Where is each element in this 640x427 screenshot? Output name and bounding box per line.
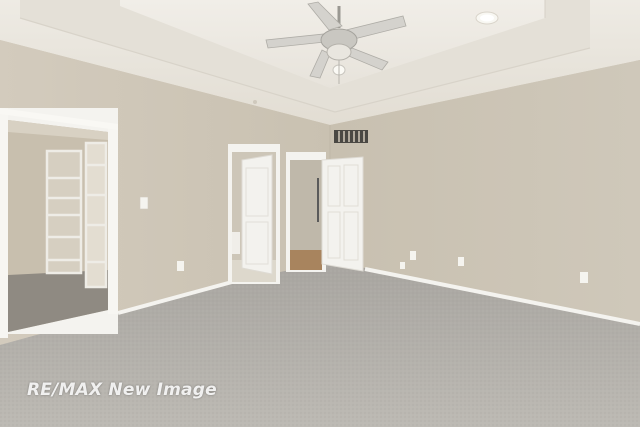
bathroom-doorway <box>228 144 280 284</box>
wall-outlet-right <box>458 257 464 266</box>
hallway-doorway <box>286 152 364 272</box>
wall-outlet-center <box>410 251 416 260</box>
hvac-vent <box>334 130 368 143</box>
closet-doorway <box>0 108 118 338</box>
bedroom-photo: RE/MAX New Image <box>0 0 640 427</box>
closet-shelves <box>45 141 108 289</box>
wall-outlet-far-right <box>580 272 588 283</box>
wall-outlet-left <box>177 261 184 271</box>
room-illustration <box>0 0 640 427</box>
watermark-text: RE/MAX New Image <box>27 380 217 400</box>
light-switch <box>139 196 149 210</box>
